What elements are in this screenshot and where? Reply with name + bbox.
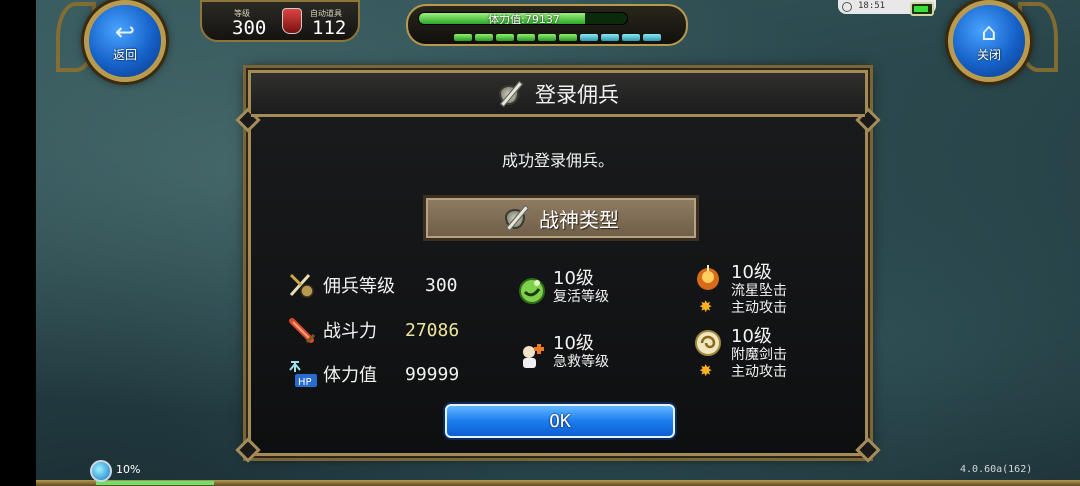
success-message: 成功登录佣兵。 xyxy=(501,151,614,170)
energy-segment xyxy=(559,34,577,41)
first-aid-icon xyxy=(517,340,545,368)
auto-item-value: 112 xyxy=(312,17,347,39)
energy-segment xyxy=(622,34,640,41)
revive-icon xyxy=(517,275,545,304)
mercenary-type-label: 战神类型 xyxy=(539,207,619,232)
skill-aid-level: 10级 xyxy=(553,333,594,354)
ok-label: OK xyxy=(549,410,571,432)
hp-icon: HP xyxy=(287,360,317,388)
back-arrow-icon: ↩ xyxy=(114,17,136,46)
stat-level-value: 300 xyxy=(425,274,458,296)
progress-orb-icon[interactable] xyxy=(90,460,112,482)
stat-power-row: 战斗力 27086 xyxy=(287,316,459,344)
meteor-icon xyxy=(693,263,721,291)
stat-level-label: 佣兵等级 xyxy=(323,276,395,297)
close-button[interactable]: ⌂ 关闭 xyxy=(948,0,1030,82)
energy-segment xyxy=(517,34,535,41)
energy-segment xyxy=(643,34,661,41)
hp-text: 体力值:79137 xyxy=(488,13,560,25)
skill-revive-row: 10级 复活等级 xyxy=(517,269,609,306)
sword-icon xyxy=(287,316,316,344)
energy-segment xyxy=(454,34,472,41)
energy-segment xyxy=(475,34,493,41)
stat-hp-value: 99999 xyxy=(405,363,460,385)
skill-meteor-level: 10级 xyxy=(731,262,772,283)
active-attack-icon: ✸ xyxy=(699,361,713,380)
ok-button[interactable]: OK xyxy=(445,404,675,438)
stat-power-value: 27086 xyxy=(405,319,460,341)
energy-segments xyxy=(454,34,661,41)
level-panel: 等级 300 自动道具 112 xyxy=(200,0,360,42)
stat-hp-label: 体力值 xyxy=(323,365,377,386)
potion-icon[interactable] xyxy=(282,8,302,34)
skill-enchant-level: 10级 xyxy=(731,326,772,347)
active-attack-icon: ✸ xyxy=(699,297,713,316)
recruit-dialog: 登录佣兵 成功登录佣兵。 战神类型 佣兵等级 300 战斗力 27086 HP … xyxy=(235,70,881,463)
sword-shield-icon xyxy=(497,79,527,109)
sword-shield-icon xyxy=(287,271,315,299)
energy-segment xyxy=(538,34,556,41)
screen-edge xyxy=(0,0,36,486)
energy-segment xyxy=(496,34,514,41)
home-icon: ⌂ xyxy=(981,17,997,46)
skill-meteor-kind: 主动攻击 xyxy=(731,300,787,316)
clock-icon xyxy=(842,2,852,12)
mercenary-type-box: 战神类型 xyxy=(423,195,699,241)
skill-enchant-name: 附魔剑击 xyxy=(731,347,787,363)
svg-text:HP: HP xyxy=(298,377,312,388)
skill-revive-level: 10级 xyxy=(553,268,594,289)
stat-hp-row: HP 体力值 99999 xyxy=(287,360,459,388)
progress-text: 10% xyxy=(116,463,141,476)
dialog-title: 登录佣兵 xyxy=(535,82,619,107)
bottom-progress xyxy=(96,481,214,485)
stat-level-row: 佣兵等级 300 xyxy=(287,271,458,299)
skill-aid-row: 10级 急救等级 xyxy=(517,334,609,371)
skill-aid-name: 急救等级 xyxy=(553,354,609,370)
hp-bar: 体力值:79137 xyxy=(418,12,628,25)
back-button[interactable]: ↩ 返回 xyxy=(84,0,166,82)
energy-segment xyxy=(601,34,619,41)
close-label: 关闭 xyxy=(976,47,1001,62)
clock-time: 18:51 xyxy=(858,1,886,11)
sword-shield-icon xyxy=(503,203,533,233)
skill-meteor-row: ✸ 10级 流星坠击 主动攻击 xyxy=(693,263,787,317)
dialog-header: 登录佣兵 xyxy=(251,73,865,117)
energy-segment xyxy=(580,34,598,41)
battery-icon xyxy=(910,2,934,16)
skill-meteor-name: 流星坠击 xyxy=(731,283,787,299)
stat-power-label: 战斗力 xyxy=(323,321,377,342)
enchant-sword-icon xyxy=(693,327,721,356)
skill-enchant-row: ✸ 10级 附魔剑击 主动攻击 xyxy=(693,327,787,381)
skill-enchant-kind: 主动攻击 xyxy=(731,364,787,380)
version-text: 4.0.60a(162) xyxy=(960,464,1033,475)
level-value: 300 xyxy=(232,17,267,39)
hp-panel: 体力值:79137 xyxy=(406,4,688,46)
back-label: 返回 xyxy=(112,47,137,62)
skill-revive-name: 复活等级 xyxy=(553,289,609,305)
